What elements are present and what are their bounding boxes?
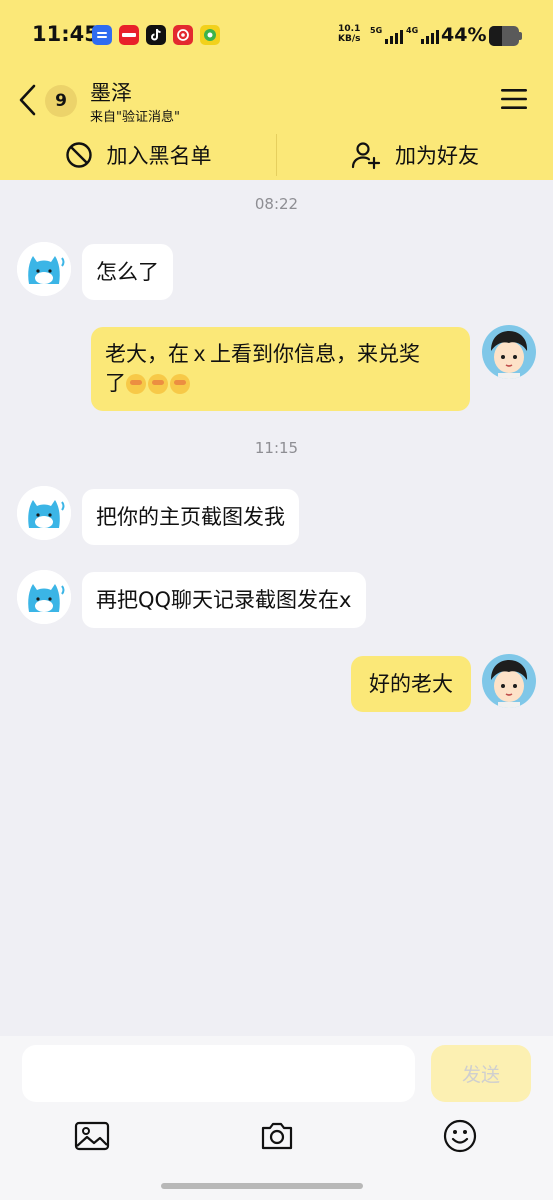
contact-action-bar: 加入黑名单 加为好友 xyxy=(0,130,553,180)
emoji-icon[interactable] xyxy=(442,1118,478,1154)
net-speed-unit: KB/s xyxy=(338,34,361,44)
message-text-line2-text: 了 xyxy=(105,371,126,395)
dizzy-face-emoji xyxy=(170,374,190,394)
status-bar: 11:45 10.1 KB/s 5G 4G 44% xyxy=(0,0,553,72)
message-text-line1: 老大，在ｘ上看到你信息，来兑奖 xyxy=(105,342,420,366)
dizzy-face-emoji xyxy=(126,374,146,394)
message-text: 好的老大 xyxy=(369,671,453,696)
incoming-message-bubble[interactable]: 再把QQ聊天记录截图发在x xyxy=(82,572,366,628)
my-avatar[interactable] xyxy=(482,325,536,379)
dizzy-face-emoji xyxy=(148,374,168,394)
outgoing-message-bubble[interactable]: 好的老大 xyxy=(351,656,471,712)
timestamp: 11:15 xyxy=(254,439,299,457)
camera-icon[interactable] xyxy=(259,1118,295,1154)
anime-boy-avatar-icon xyxy=(482,325,536,379)
message-input[interactable] xyxy=(22,1045,415,1102)
sim2-label: 4G xyxy=(406,26,419,35)
message-text-line2: 了 xyxy=(105,369,190,398)
network-speed: 10.1 KB/s xyxy=(338,24,360,44)
contact-name: 墨泽 xyxy=(90,81,132,105)
blue-cat-avatar-icon xyxy=(17,570,71,624)
battery-percent: 44% xyxy=(441,24,487,46)
timestamp: 08:22 xyxy=(254,195,299,213)
sim1-label: 5G xyxy=(370,26,383,35)
home-indicator[interactable] xyxy=(161,1183,363,1189)
blue-cat-avatar-icon xyxy=(17,242,71,296)
game-icon xyxy=(200,25,220,45)
signal-5g-icon: 5G xyxy=(370,26,404,44)
outgoing-message-bubble[interactable]: 老大，在ｘ上看到你信息，来兑奖 了 xyxy=(91,327,470,411)
emoji-group xyxy=(126,374,190,394)
input-bar: 发送 xyxy=(0,1036,553,1200)
message-text: 怎么了 xyxy=(96,259,159,284)
battery-icon xyxy=(489,26,519,46)
incoming-message-bubble[interactable]: 把你的主页截图发我 xyxy=(82,489,299,545)
notification-icon xyxy=(92,25,112,45)
netease-music-icon xyxy=(173,25,193,45)
back-arrow-icon[interactable] xyxy=(16,82,40,118)
store-icon xyxy=(119,25,139,45)
my-avatar[interactable] xyxy=(482,654,536,708)
blue-cat-avatar-icon xyxy=(17,486,71,540)
menu-icon[interactable] xyxy=(500,87,528,111)
unread-count-badge[interactable]: 9 xyxy=(45,85,77,117)
notification-app-icons xyxy=(92,25,220,45)
send-button[interactable]: 发送 xyxy=(431,1045,531,1102)
add-friend-label: 加为好友 xyxy=(395,144,479,168)
block-button[interactable]: 加入黑名单 xyxy=(0,130,276,180)
anime-boy-avatar-icon xyxy=(482,654,536,708)
message-text: 再把QQ聊天记录截图发在x xyxy=(96,587,352,612)
signal-4g-icon: 4G xyxy=(406,26,440,44)
status-time: 11:45 xyxy=(32,22,99,46)
message-text: 把你的主页截图发我 xyxy=(96,504,285,529)
chat-header: 9 墨泽 来自"验证消息" xyxy=(0,72,553,130)
add-friend-icon xyxy=(351,142,381,170)
incoming-message-bubble[interactable]: 怎么了 xyxy=(82,244,173,300)
tiktok-icon xyxy=(146,25,166,45)
net-speed-value: 10.1 xyxy=(338,24,361,34)
battery-fill xyxy=(489,26,503,46)
contact-avatar[interactable] xyxy=(17,570,71,624)
block-icon xyxy=(65,142,92,168)
contact-avatar[interactable] xyxy=(17,242,71,296)
battery-tip xyxy=(519,32,522,40)
image-icon[interactable] xyxy=(74,1118,110,1154)
add-friend-button[interactable]: 加为好友 xyxy=(277,130,553,180)
block-label: 加入黑名单 xyxy=(106,144,212,168)
contact-source: 来自"验证消息" xyxy=(90,110,180,125)
contact-avatar[interactable] xyxy=(17,486,71,540)
